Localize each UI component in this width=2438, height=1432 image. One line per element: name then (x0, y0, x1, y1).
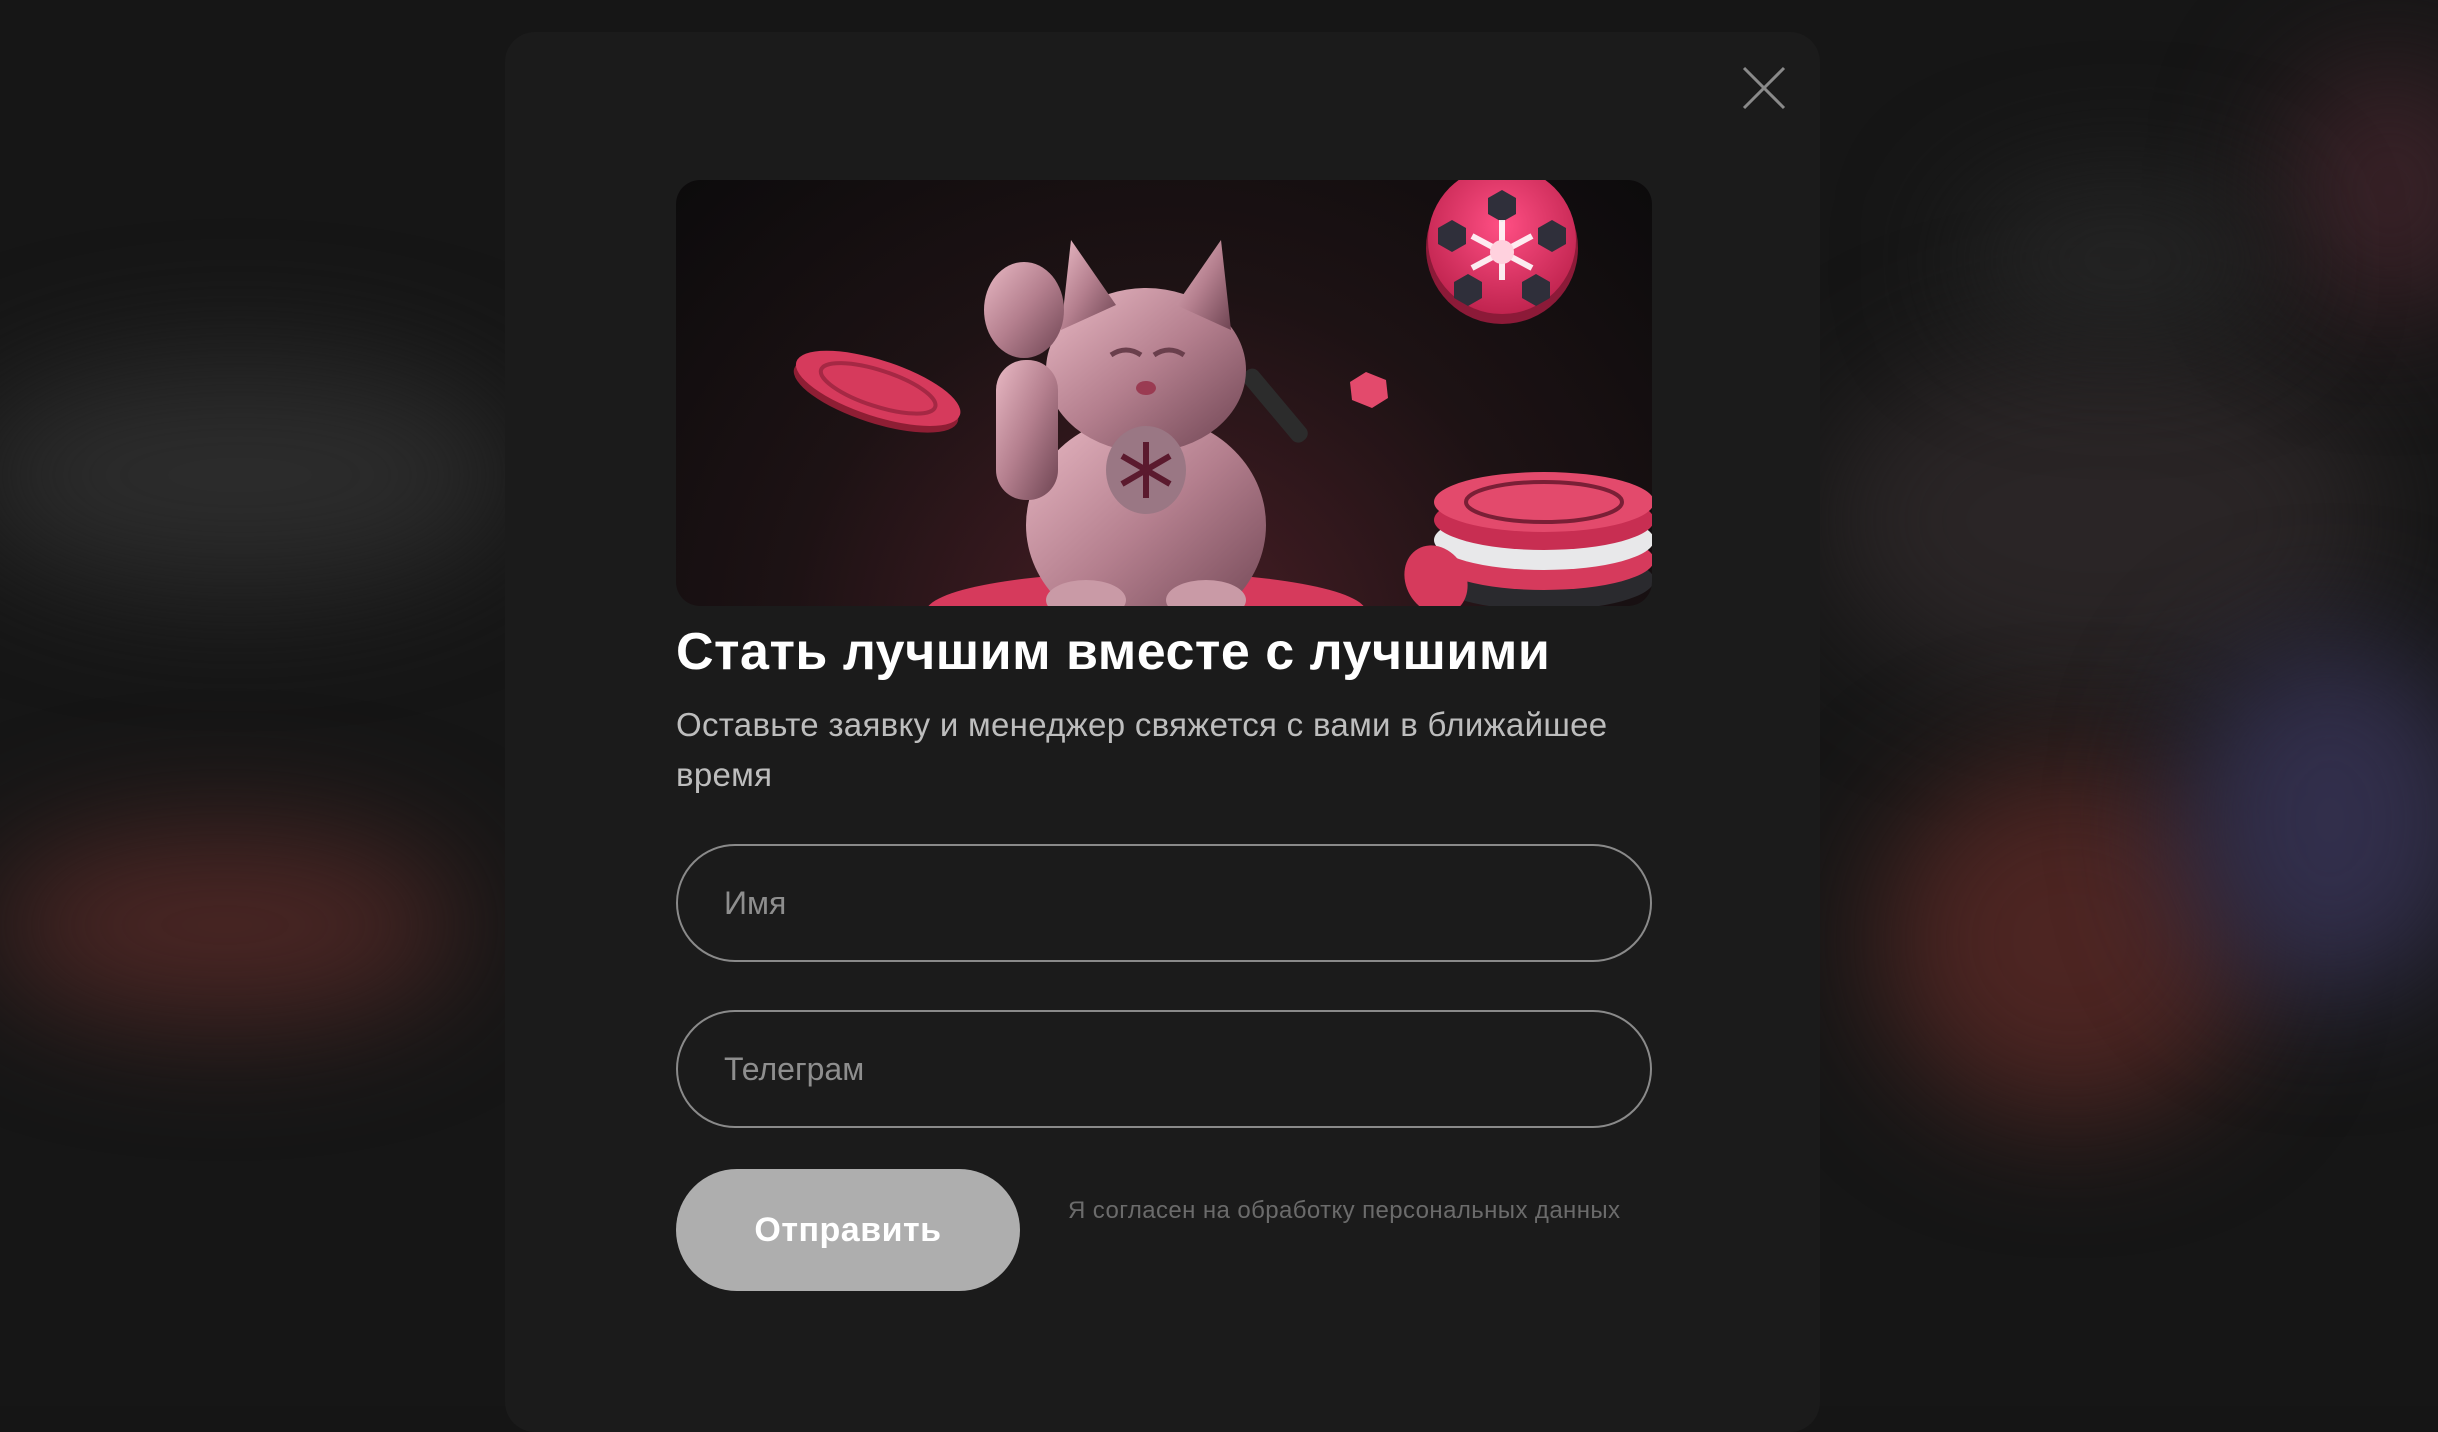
consent-text: Я согласен на обработку персональных дан… (1068, 1197, 1621, 1224)
backdrop-blur-shape (1960, 180, 2280, 340)
hero-image (676, 180, 1652, 606)
name-input[interactable] (676, 844, 1652, 962)
modal-subtitle: Оставьте заявку и менеджер свяжется с ва… (676, 706, 1608, 793)
poker-chip-stack (1404, 472, 1652, 606)
close-button[interactable] (1732, 56, 1796, 120)
application-modal: Стать лучшим вместе с лучшими Оставьте з… (505, 32, 1820, 1432)
lucky-cat-illustration (793, 180, 1652, 606)
lucky-cat (984, 240, 1308, 606)
submit-button[interactable]: Отправить (676, 1169, 1020, 1291)
modal-title: Стать лучшим вместе с лучшими (676, 623, 1551, 681)
backdrop-blur-shape (0, 830, 460, 1020)
poker-chip-left (793, 350, 961, 433)
backdrop-blur-shape (0, 360, 520, 590)
poker-chip-top-right (1426, 180, 1578, 324)
close-icon (1742, 66, 1786, 110)
floating-hex (1350, 372, 1388, 408)
backdrop-blur-shape (2280, 60, 2438, 320)
telegram-input[interactable] (676, 1010, 1652, 1128)
